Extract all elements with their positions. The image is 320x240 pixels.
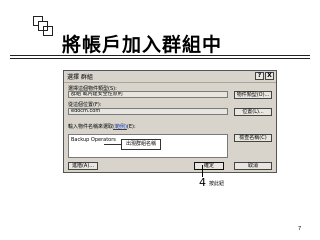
object-types-button[interactable]: 物件類型(O)... bbox=[234, 91, 272, 99]
select-groups-dialog: 選擇 群組 ? X 選擇這個物件類型(S): 群組 或內建安全性原則 物件類型(… bbox=[63, 70, 277, 173]
dialog-title: 選擇 群組 bbox=[67, 74, 93, 81]
examples-link[interactable]: (範例) bbox=[113, 124, 127, 130]
dialog-titlebar: 選擇 群組 ? X bbox=[64, 71, 276, 83]
ok-button[interactable]: 確定 bbox=[194, 162, 224, 170]
slide-bullet-icon bbox=[33, 16, 53, 36]
location-field: edocm.com bbox=[68, 108, 228, 115]
title-divider-secondary bbox=[10, 58, 310, 59]
locations-button[interactable]: 位置(L)... bbox=[234, 108, 272, 116]
cancel-button[interactable]: 取消 bbox=[234, 162, 272, 170]
advanced-button[interactable]: 進階(A)... bbox=[68, 162, 98, 170]
slide-title: 將帳戶加入群組中 bbox=[62, 34, 223, 56]
object-type-field: 群組 或內建安全性原則 bbox=[68, 91, 228, 98]
callout-pointer bbox=[104, 144, 122, 145]
object-names-label-prefix: 輸入物件名稱來選取 bbox=[68, 124, 114, 130]
title-divider bbox=[10, 55, 310, 56]
step-number: 4 bbox=[199, 176, 206, 189]
step-instruction: 按此鈕 bbox=[209, 181, 225, 187]
object-names-label: 輸入物件名稱來選取(範例)(E): bbox=[68, 123, 136, 130]
callout-label: 出現群組名稱 bbox=[121, 139, 161, 150]
help-button[interactable]: ? bbox=[255, 72, 264, 80]
location-label: 從這個位置(F): bbox=[68, 102, 102, 108]
close-button[interactable]: X bbox=[265, 72, 274, 80]
check-names-button[interactable]: 檢查名稱(C) bbox=[234, 134, 272, 142]
object-names-value: Backup Operators bbox=[71, 137, 116, 143]
page-number: 7 bbox=[298, 226, 302, 232]
object-names-label-suffix: (E): bbox=[126, 124, 136, 130]
